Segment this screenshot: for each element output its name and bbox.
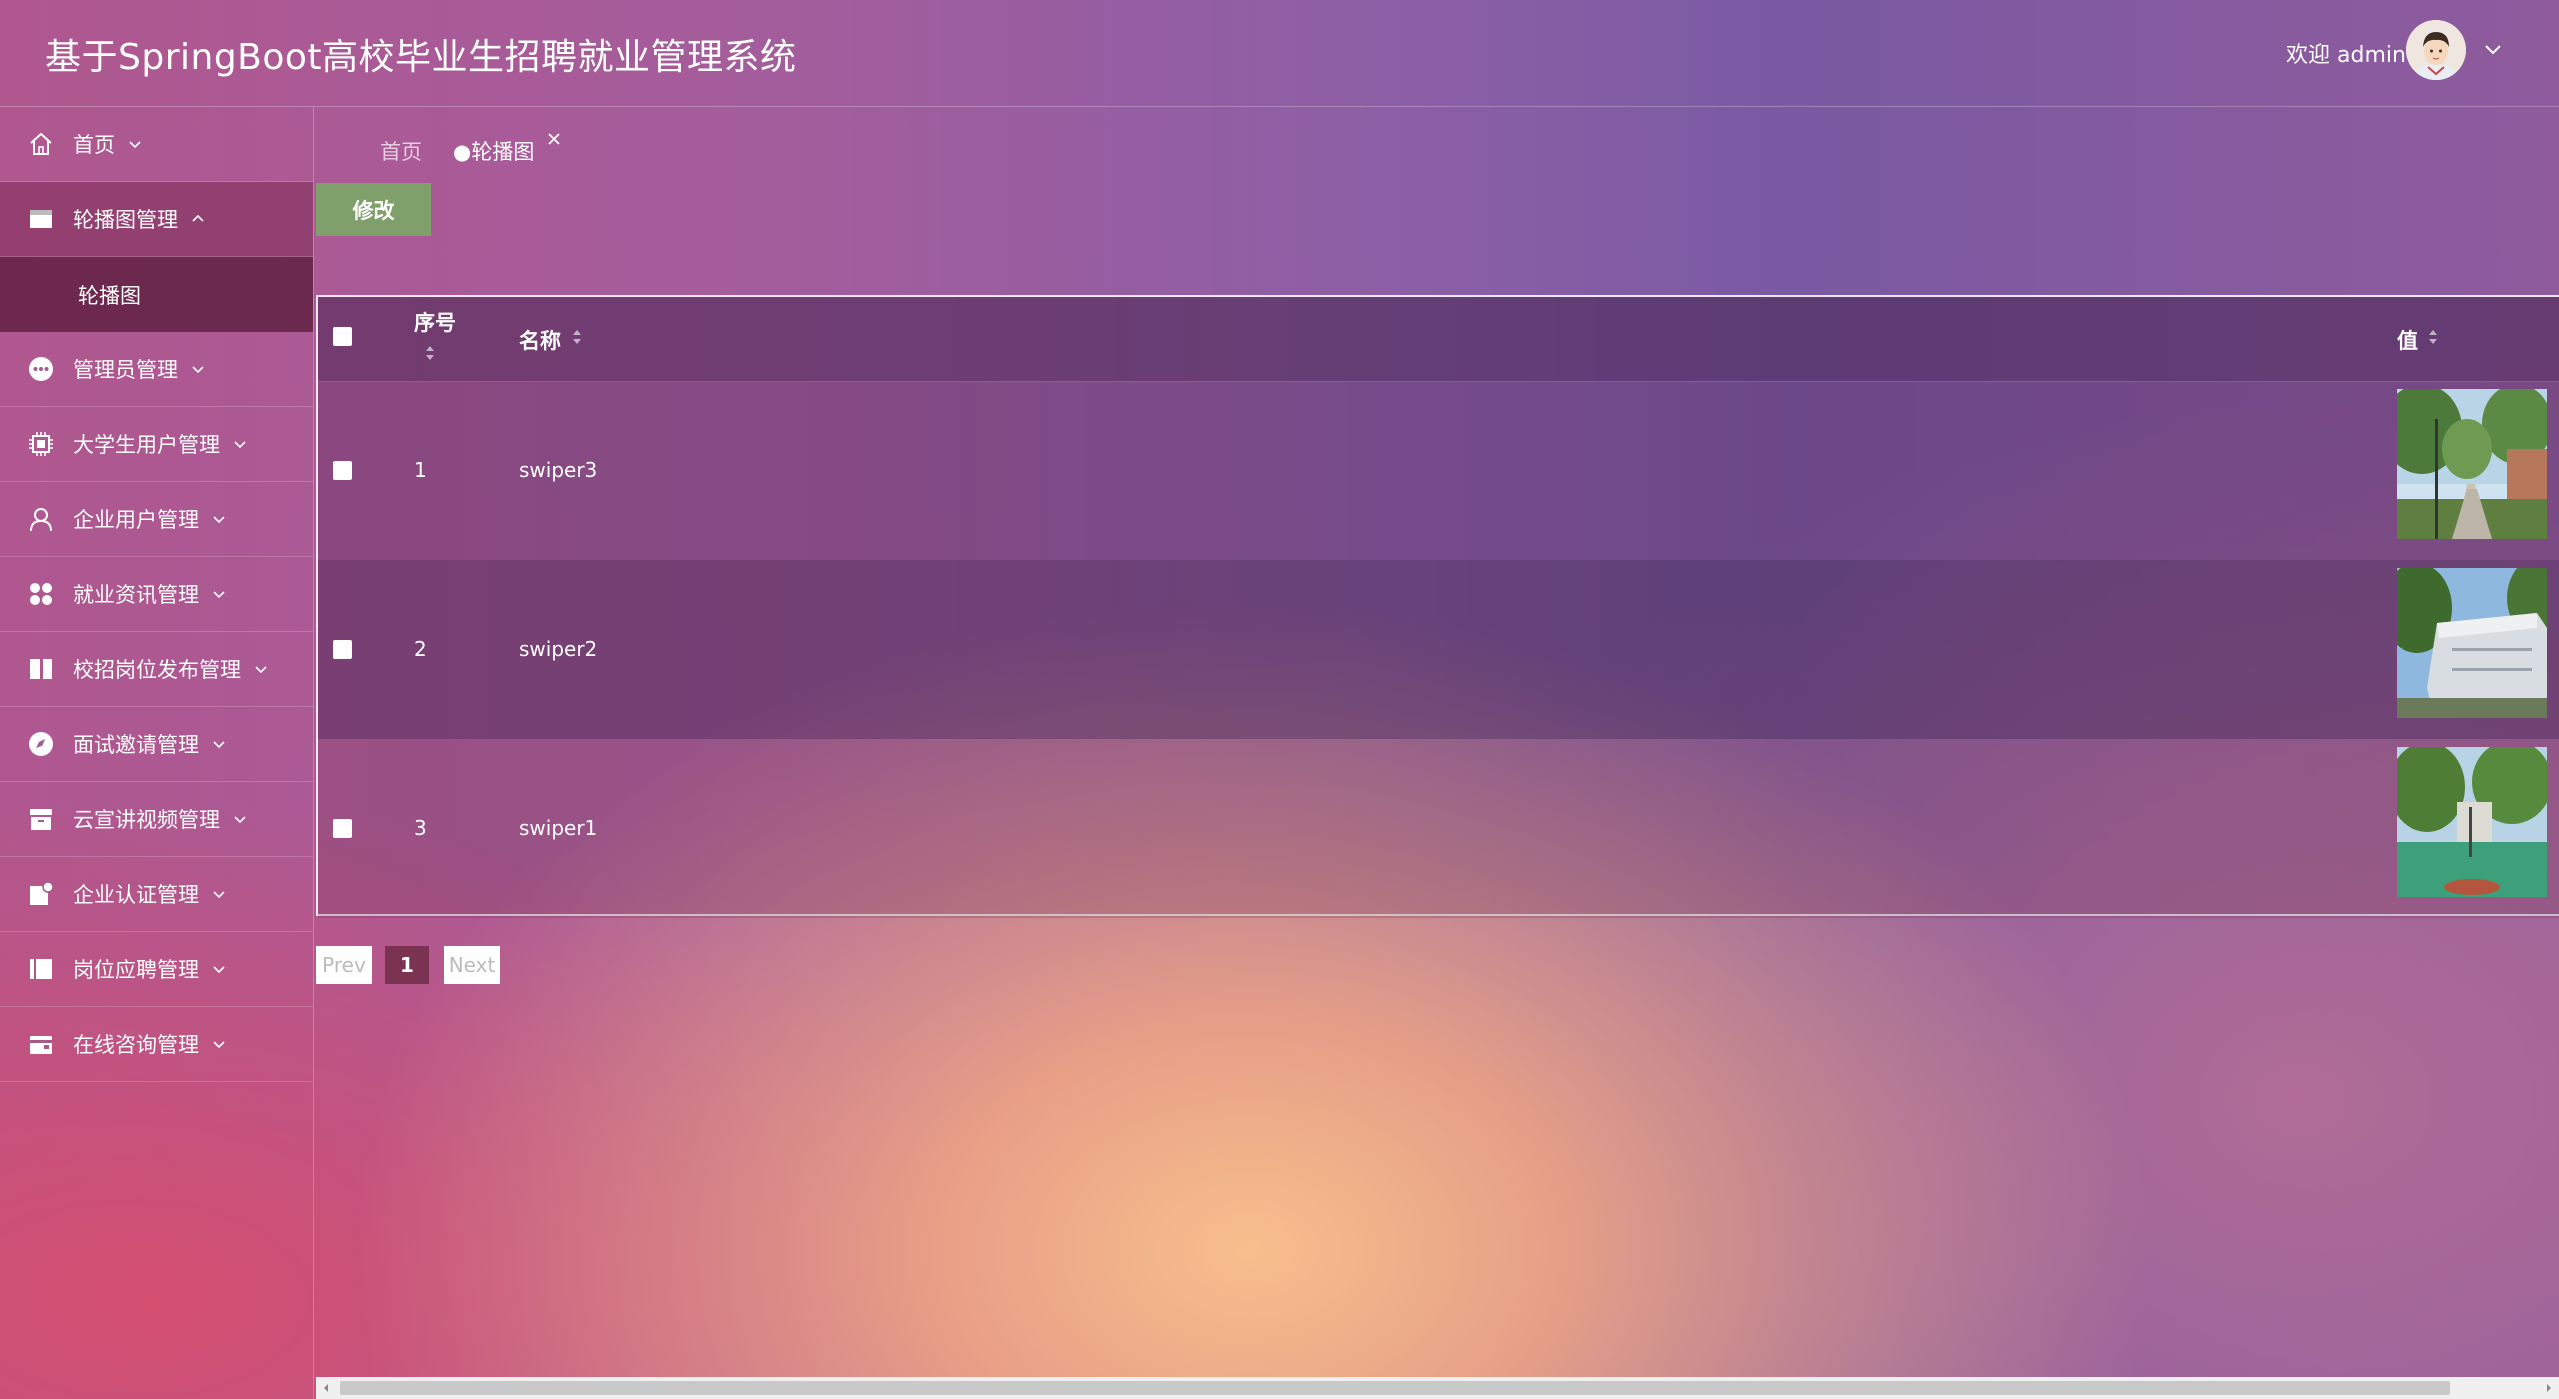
top-header: 基于SpringBoot高校毕业生招聘就业管理系统 欢迎 admin	[0, 0, 2559, 107]
avatar[interactable]	[2406, 20, 2466, 80]
scroll-right-arrow-icon[interactable]	[2543, 1382, 2555, 1394]
sidebar-item-news[interactable]: 就业资讯管理	[0, 557, 313, 632]
chevron-down-icon	[213, 1041, 225, 1049]
tab-carousel[interactable]: ●轮播图	[453, 136, 534, 166]
sidebar-item-applications[interactable]: 岗位应聘管理	[0, 932, 313, 1007]
prev-page-button[interactable]: Prev	[316, 946, 372, 984]
sidebar-item-consulting[interactable]: 在线咨询管理	[0, 1007, 313, 1082]
sidebar-item-students[interactable]: 大学生用户管理	[0, 407, 313, 482]
row-checkbox[interactable]	[333, 819, 352, 838]
chevron-down-icon[interactable]	[2482, 38, 2504, 60]
select-all-checkbox[interactable]	[333, 327, 352, 346]
page-number-button[interactable]: 1	[385, 946, 429, 984]
chevron-down-icon	[234, 441, 246, 449]
data-table: 序号 名称 值 1 swiper3 2 swiper2 3 swiper1	[316, 295, 2559, 918]
sidebar-item-jobs[interactable]: 校招岗位发布管理	[0, 632, 313, 707]
row-index: 2	[414, 637, 427, 661]
archive-icon	[27, 805, 55, 833]
chevron-down-icon	[234, 816, 246, 824]
sidebar-item-label: 企业认证管理	[73, 883, 199, 907]
compass-icon	[27, 730, 55, 758]
home-icon	[27, 130, 55, 158]
sidebar-item-label: 企业用户管理	[73, 508, 199, 532]
row-name: swiper3	[519, 458, 598, 482]
sidebar-item-home[interactable]: 首页	[0, 107, 313, 182]
close-icon[interactable]	[545, 130, 563, 148]
chevron-down-icon	[213, 891, 225, 899]
edit-button[interactable]: 修改	[316, 183, 431, 236]
sidebar-item-label: 就业资讯管理	[73, 583, 199, 607]
sidebar-item-label: 轮播图管理	[73, 208, 178, 232]
card-icon	[27, 205, 55, 233]
next-page-button[interactable]: Next	[444, 946, 500, 984]
chevron-down-icon	[213, 966, 225, 974]
tab-home[interactable]: 首页	[380, 136, 422, 166]
wallet-icon	[27, 1030, 55, 1058]
sidebar-subitem-carousel[interactable]: 轮播图	[0, 257, 313, 332]
row-index: 3	[414, 816, 427, 840]
sidebar-item-label: 在线咨询管理	[73, 1033, 199, 1057]
note-icon	[27, 880, 55, 908]
person-icon	[27, 505, 55, 533]
table-header: 序号 名称 值	[318, 297, 2559, 382]
row-index: 1	[414, 458, 427, 482]
row-checkbox[interactable]	[333, 461, 352, 480]
sidebar: 首页 轮播图管理 轮播图 管理员管理 大学生用户管理 企业用户管理 就业资讯管理…	[0, 107, 314, 1399]
sidebar-item-label: 岗位应聘管理	[73, 958, 199, 982]
column-header-value[interactable]: 值	[2397, 325, 2418, 355]
sidebar-item-videos[interactable]: 云宣讲视频管理	[0, 782, 313, 857]
sidebar-item-label: 首页	[73, 133, 115, 157]
sidebar-item-interviews[interactable]: 面试邀请管理	[0, 707, 313, 782]
table-row[interactable]: 2 swiper2	[318, 560, 2559, 739]
row-checkbox[interactable]	[333, 640, 352, 659]
sidebar-item-label: 面试邀请管理	[73, 733, 199, 757]
sort-icon[interactable]	[423, 343, 437, 363]
sort-icon[interactable]	[570, 327, 584, 347]
chevron-down-icon	[192, 366, 204, 374]
chevron-down-icon	[213, 741, 225, 749]
chevron-down-icon	[129, 141, 141, 149]
app-title: 基于SpringBoot高校毕业生招聘就业管理系统	[45, 37, 797, 78]
table-row[interactable]: 1 swiper3	[318, 381, 2559, 560]
chevron-down-icon	[213, 591, 225, 599]
sidebar-item-label: 大学生用户管理	[73, 433, 220, 457]
sidebar-subitem-label: 轮播图	[78, 283, 141, 308]
thumbnail-image[interactable]	[2397, 568, 2547, 718]
thumbnail-image[interactable]	[2397, 747, 2547, 897]
sidebar-item-carousel[interactable]: 轮播图管理	[0, 182, 313, 257]
sidebar-item-admins[interactable]: 管理员管理	[0, 332, 313, 407]
chevron-up-icon	[192, 214, 204, 222]
more-dots-icon	[27, 355, 55, 383]
sidebar-item-certification[interactable]: 企业认证管理	[0, 857, 313, 932]
sidebar-item-companies[interactable]: 企业用户管理	[0, 482, 313, 557]
sidebar-item-label: 管理员管理	[73, 358, 178, 382]
scroll-left-arrow-icon[interactable]	[320, 1382, 332, 1394]
table-row[interactable]: 3 swiper1	[318, 739, 2559, 918]
row-name: swiper2	[519, 637, 598, 661]
chevron-down-icon	[255, 666, 267, 674]
sort-icon[interactable]	[2426, 327, 2440, 347]
sidebar-item-label: 校招岗位发布管理	[73, 658, 241, 682]
column-header-name[interactable]: 名称	[519, 325, 561, 355]
sidebar-item-label: 云宣讲视频管理	[73, 808, 220, 832]
chevron-down-icon	[213, 516, 225, 524]
chip-icon	[27, 430, 55, 458]
scrollbar-thumb[interactable]	[340, 1381, 2450, 1395]
book-icon	[27, 955, 55, 983]
welcome-text: 欢迎 admin	[2286, 43, 2406, 68]
row-name: swiper1	[519, 816, 598, 840]
grid-icon	[27, 580, 55, 608]
thumbnail-image[interactable]	[2397, 389, 2547, 539]
column-header-index[interactable]: 序号	[414, 307, 456, 337]
horizontal-scrollbar[interactable]	[316, 1377, 2559, 1399]
columns-icon	[27, 655, 55, 683]
